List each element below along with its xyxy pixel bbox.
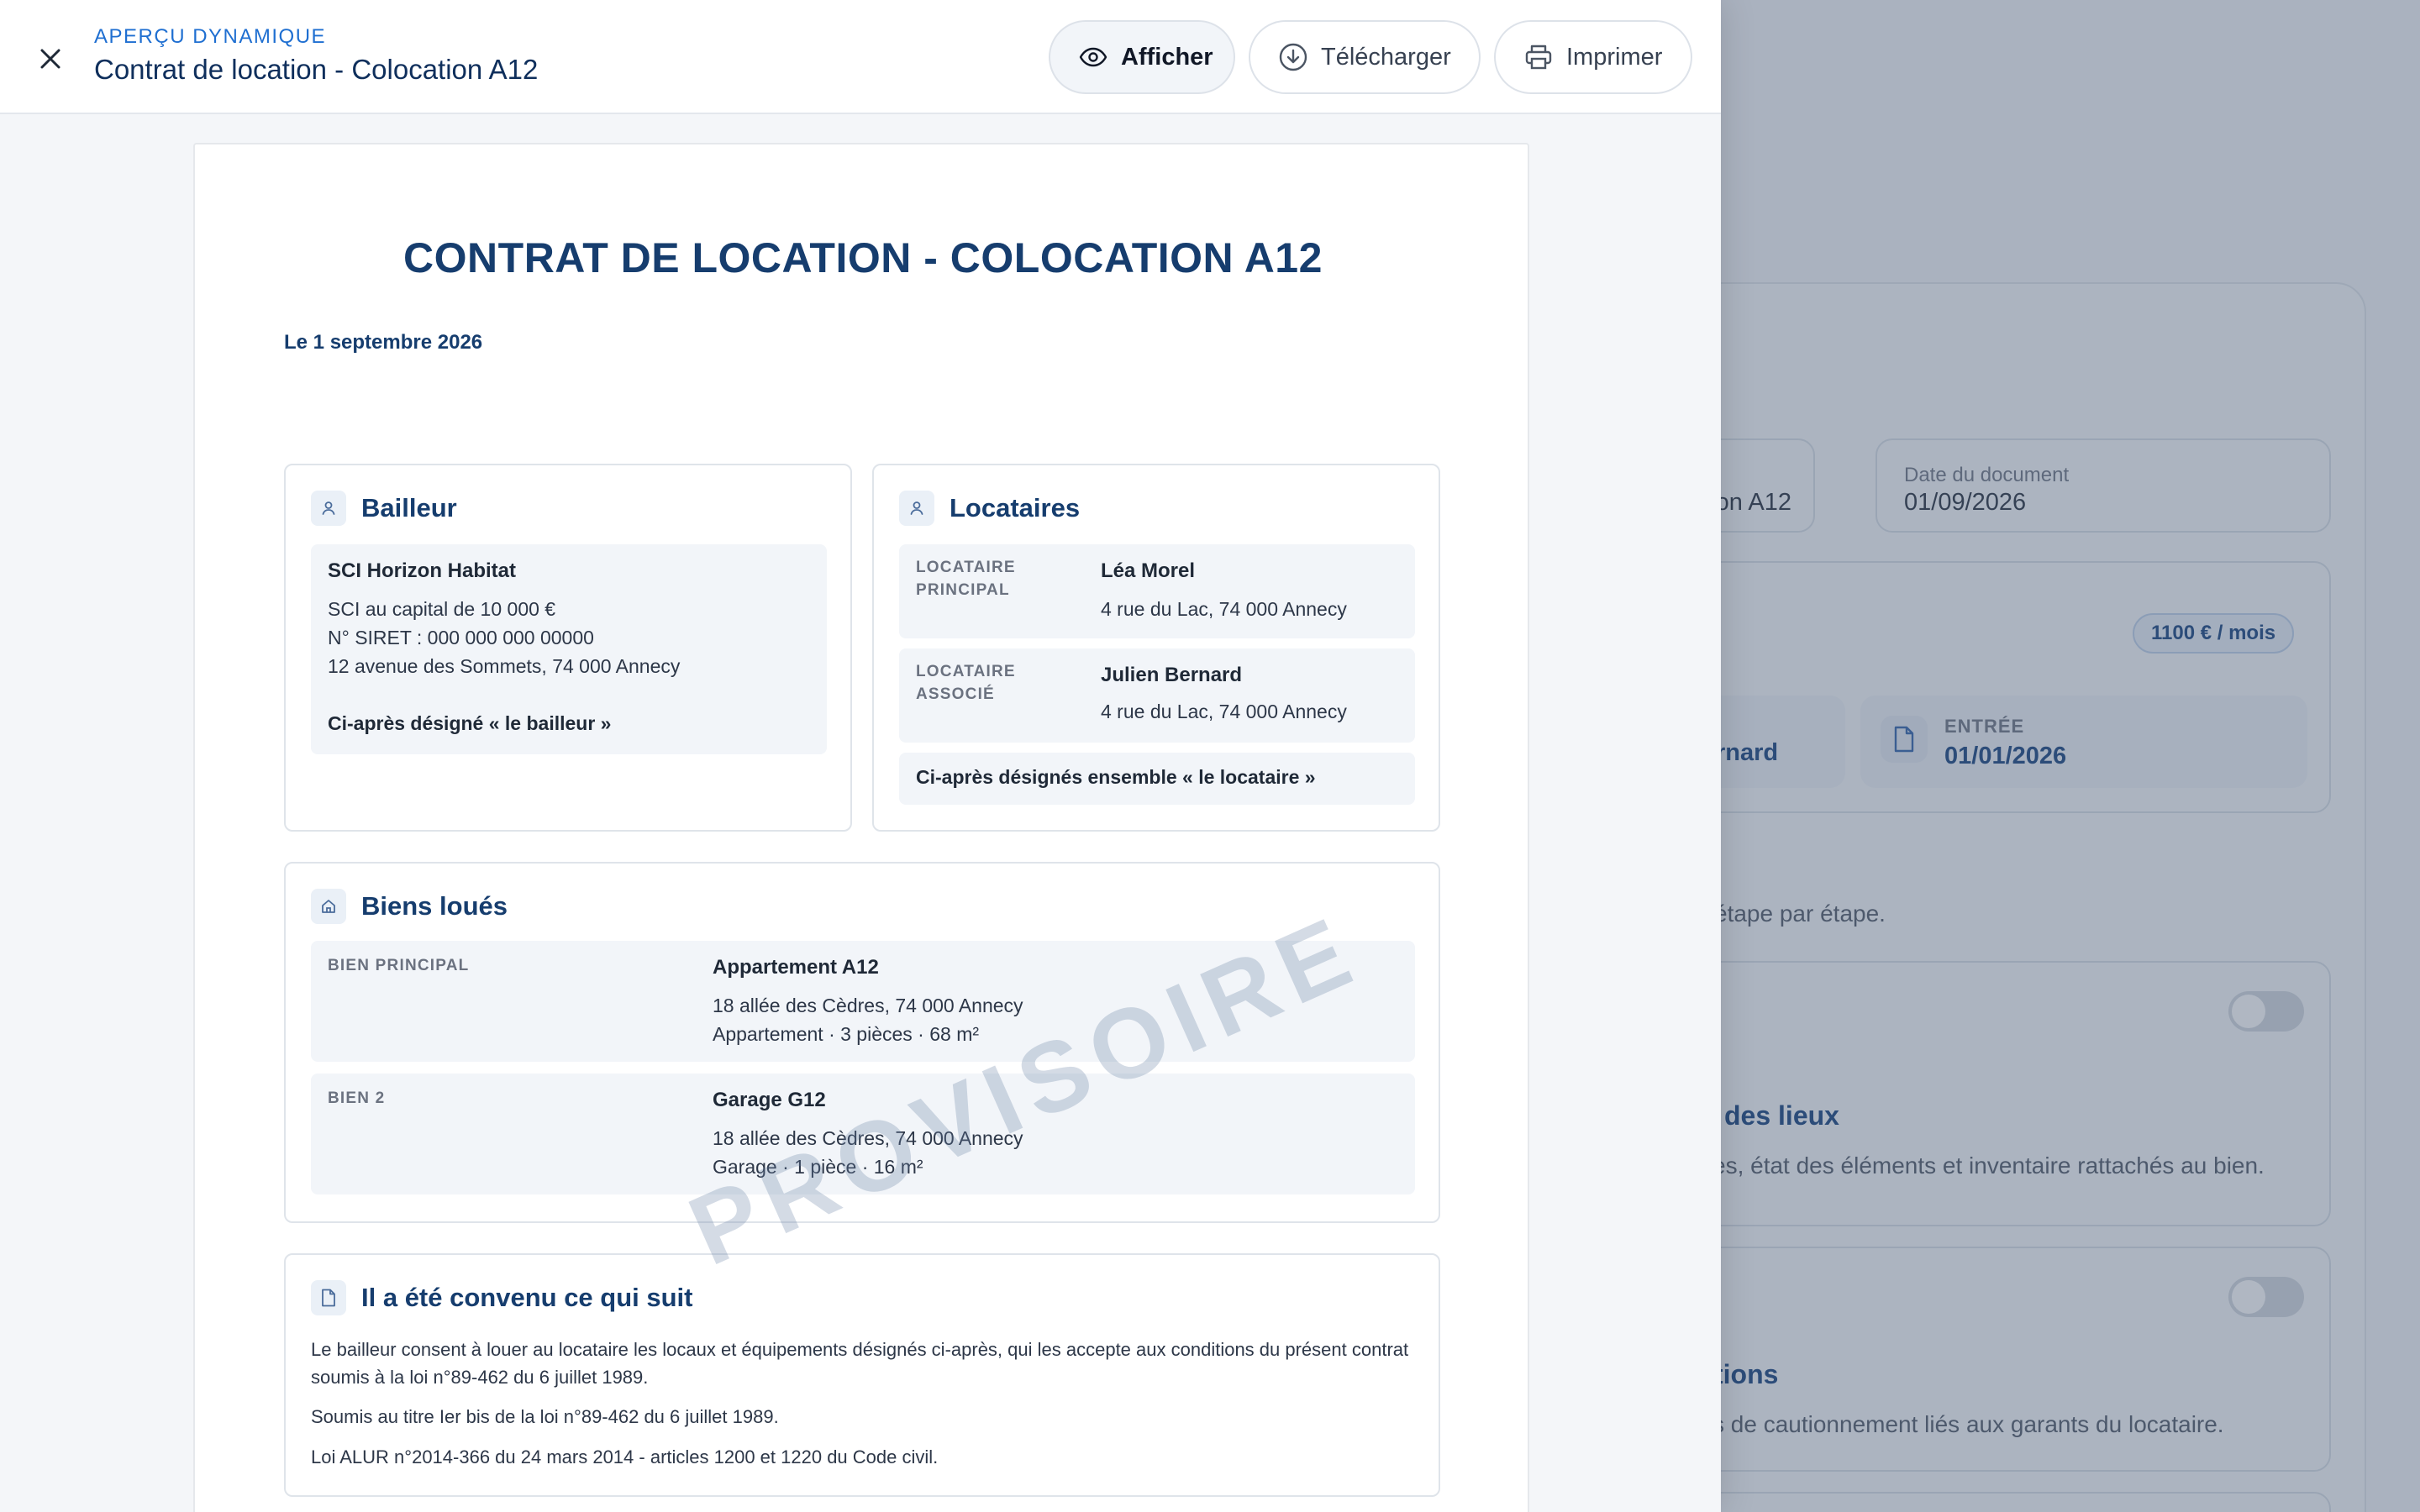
property-address: 18 allée des Cèdres, 74 000 Annecy bbox=[713, 995, 1023, 1016]
preview-title: Contrat de location - Colocation A12 bbox=[94, 54, 539, 85]
tenant-role: LOCATAIRE ASSOCIÉ bbox=[916, 663, 1016, 703]
agreement-section: Il a été convenu ce qui suit Le bailleur… bbox=[284, 1253, 1440, 1497]
document-date: Le 1 septembre 2026 bbox=[284, 331, 483, 354]
tenants-section: Locataires LOCATAIRE PRINCIPAL Léa Morel… bbox=[872, 464, 1440, 832]
tenant-address: 4 rue du Lac, 74 000 Annecy bbox=[1101, 701, 1347, 722]
print-button-label: Imprimer bbox=[1566, 43, 1663, 71]
download-icon bbox=[1279, 43, 1307, 71]
landlord-line: 12 avenue des Sommets, 74 000 Annecy bbox=[328, 655, 681, 677]
preview-kicker: APERÇU DYNAMIQUE bbox=[94, 25, 327, 48]
landlord-line: SCI au capital de 10 000 € bbox=[328, 598, 556, 620]
tenant-row: LOCATAIRE ASSOCIÉ Julien Bernard 4 rue d… bbox=[899, 648, 1415, 743]
download-button[interactable]: Télécharger bbox=[1249, 20, 1481, 94]
tenant-name: Léa Morel bbox=[1101, 559, 1196, 582]
home-icon bbox=[311, 889, 346, 924]
property-details: Appartement · 3 pièces · 68 m² bbox=[713, 1023, 980, 1045]
view-button[interactable]: Afficher bbox=[1049, 20, 1235, 94]
properties-heading: Biens loués bbox=[361, 891, 508, 921]
tenant-row: LOCATAIRE PRINCIPAL Léa Morel 4 rue du L… bbox=[899, 544, 1415, 638]
tenants-designation: Ci-après désignés ensemble « le locatair… bbox=[916, 766, 1316, 788]
landlord-heading: Bailleur bbox=[361, 493, 457, 522]
document-page: CONTRAT DE LOCATION - COLOCATION A12 Le … bbox=[193, 143, 1529, 1512]
print-button[interactable]: Imprimer bbox=[1494, 20, 1692, 94]
eye-icon bbox=[1079, 47, 1107, 67]
document-icon bbox=[311, 1280, 346, 1315]
property-row: BIEN PRINCIPAL Appartement A12 18 allée … bbox=[311, 941, 1415, 1062]
document-title: CONTRAT DE LOCATION - COLOCATION A12 bbox=[403, 234, 1323, 281]
preview-scroll-area[interactable]: CONTRAT DE LOCATION - COLOCATION A12 Le … bbox=[0, 116, 1721, 1512]
tenants-designation-box: Ci-après désignés ensemble « le locatair… bbox=[899, 753, 1415, 805]
landlord-line: N° SIRET : 000 000 000 00000 bbox=[328, 627, 594, 648]
agreement-paragraph: Le bailleur consent à louer au locataire… bbox=[311, 1339, 1409, 1388]
tenant-name: Julien Bernard bbox=[1101, 664, 1243, 686]
person-icon bbox=[899, 491, 934, 526]
landlord-details: SCI Horizon Habitat SCI au capital de 10… bbox=[311, 544, 827, 754]
person-icon bbox=[311, 491, 346, 526]
property-row: BIEN 2 Garage G12 18 allée des Cèdres, 7… bbox=[311, 1074, 1415, 1194]
tenants-heading: Locataires bbox=[950, 493, 1081, 522]
tenant-role: LOCATAIRE PRINCIPAL bbox=[916, 559, 1016, 599]
close-icon bbox=[40, 49, 60, 69]
property-details: Garage · 1 pièce · 16 m² bbox=[713, 1156, 923, 1178]
drawer-header: APERÇU DYNAMIQUE Contrat de location - C… bbox=[0, 0, 1721, 114]
agreement-paragraph: Loi ALUR n°2014-366 du 24 mars 2014 - ar… bbox=[311, 1446, 939, 1467]
property-label: BIEN PRINCIPAL bbox=[328, 957, 470, 974]
properties-section: Biens loués BIEN PRINCIPAL Appartement A… bbox=[284, 862, 1440, 1223]
tenant-address: 4 rue du Lac, 74 000 Annecy bbox=[1101, 598, 1347, 620]
property-label: BIEN 2 bbox=[328, 1089, 386, 1107]
view-button-label: Afficher bbox=[1121, 43, 1213, 71]
property-name: Appartement A12 bbox=[713, 956, 879, 979]
landlord-section: Bailleur SCI Horizon Habitat SCI au capi… bbox=[284, 464, 852, 832]
printer-icon bbox=[1525, 45, 1552, 70]
property-name: Garage G12 bbox=[713, 1089, 826, 1111]
download-button-label: Télécharger bbox=[1321, 43, 1451, 71]
close-button[interactable] bbox=[30, 39, 71, 79]
property-address: 18 allée des Cèdres, 74 000 Annecy bbox=[713, 1127, 1023, 1149]
preview-drawer: APERÇU DYNAMIQUE Contrat de location - C… bbox=[0, 0, 1721, 1512]
agreement-heading: Il a été convenu ce qui suit bbox=[361, 1283, 693, 1312]
landlord-designation: Ci-après désigné « le bailleur » bbox=[328, 712, 612, 734]
agreement-paragraph: Soumis au titre Ier bis de la loi n°89-4… bbox=[311, 1406, 779, 1427]
landlord-name: SCI Horizon Habitat bbox=[328, 559, 517, 582]
